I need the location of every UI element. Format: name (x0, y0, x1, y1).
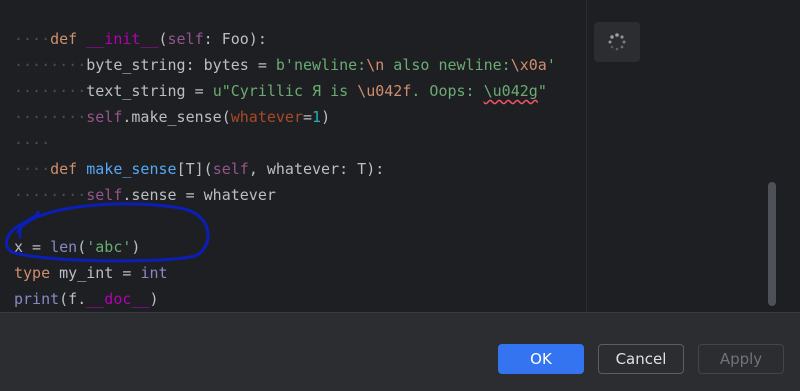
cancel-button[interactable]: Cancel (598, 344, 684, 374)
dialog-divider (0, 312, 800, 313)
apply-button[interactable]: Apply (698, 344, 784, 374)
ok-button[interactable]: OK (498, 344, 584, 374)
hand-drawn-circle-annotation (5, 202, 210, 263)
